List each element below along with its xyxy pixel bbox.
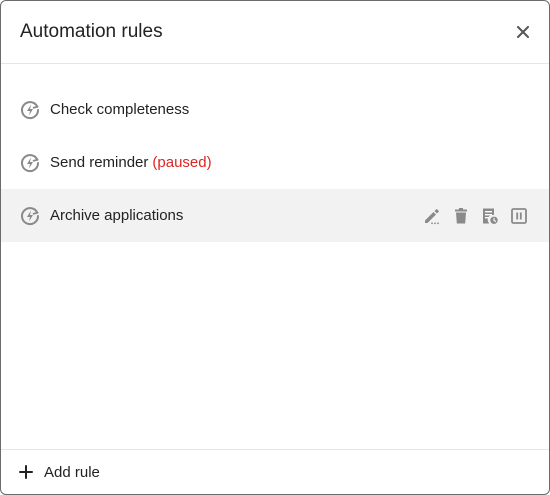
add-rule-button[interactable]: Add rule: [18, 464, 100, 481]
rule-label: Check completeness: [50, 100, 190, 118]
edit-rule-button[interactable]: [422, 206, 442, 226]
edit-icon: [425, 208, 439, 224]
rule-history-button[interactable]: [480, 206, 500, 226]
rule-item-archive-applications[interactable]: Archive applications: [1, 189, 549, 242]
history-icon: [483, 208, 498, 224]
rule-item-send-reminder[interactable]: Send reminder (paused): [1, 136, 549, 189]
automation-bolt-icon: [19, 99, 41, 121]
pause-icon: [511, 207, 527, 224]
automation-bolt-icon: [19, 152, 41, 174]
pause-rule-button[interactable]: [509, 206, 529, 226]
automation-rules-dialog: Automation rules Check completeness Send…: [0, 0, 550, 495]
close-button[interactable]: [512, 21, 534, 43]
rule-row-actions: [413, 189, 529, 242]
automation-bolt-icon: [19, 205, 41, 227]
dialog-header: Automation rules: [1, 1, 549, 64]
plus-icon: [18, 464, 34, 480]
rule-label: Archive applications: [50, 206, 184, 224]
delete-rule-button[interactable]: [451, 206, 471, 226]
dialog-footer: Add rule: [1, 449, 549, 494]
add-rule-label: Add rule: [44, 463, 100, 481]
rule-label: Send reminder: [50, 153, 149, 171]
close-icon: [517, 26, 529, 38]
dialog-title: Automation rules: [20, 21, 163, 42]
rules-list: Check completeness Send reminder (paused…: [1, 83, 549, 242]
delete-icon: [455, 207, 467, 223]
rule-paused-status: (paused): [152, 153, 212, 171]
rule-item-check-completeness[interactable]: Check completeness: [1, 83, 549, 136]
